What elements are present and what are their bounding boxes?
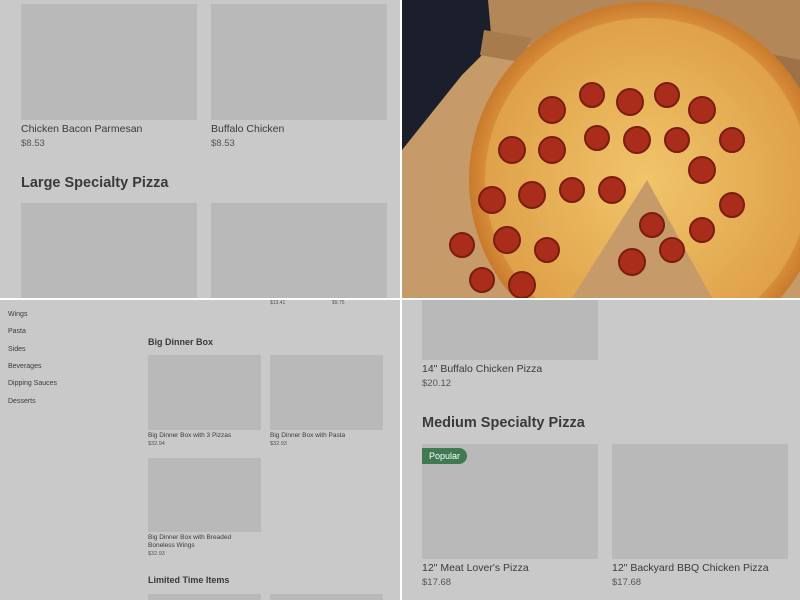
- product-price: $32.94: [148, 441, 165, 447]
- product-image-placeholder[interactable]: [148, 458, 261, 532]
- product-price: $17.68: [422, 577, 452, 588]
- sidebar-item-beverages[interactable]: Beverages: [8, 363, 41, 370]
- product-image-placeholder[interactable]: [148, 594, 261, 600]
- product-price: $8.53: [211, 138, 235, 149]
- product-name[interactable]: Chicken Bacon Parmesan: [21, 123, 142, 135]
- sidebar-item-pasta[interactable]: Pasta: [8, 328, 26, 335]
- section-heading: Medium Specialty Pizza: [422, 415, 585, 431]
- menu-panel-bottom-left: $13.41 $9.75 Wings Pasta Sides Beverages…: [0, 300, 400, 600]
- product-image-placeholder[interactable]: [148, 355, 261, 430]
- product-price: $9.75: [332, 300, 345, 306]
- section-heading: Big Dinner Box: [148, 337, 214, 347]
- sidebar-item-desserts[interactable]: Desserts: [8, 398, 36, 405]
- sidebar-item-dipping-sauces[interactable]: Dipping Sauces: [8, 380, 57, 387]
- product-price: $8.53: [21, 138, 45, 149]
- pizza-photo: [402, 0, 800, 298]
- product-name[interactable]: Big Dinner Box with Pasta: [270, 432, 380, 440]
- sidebar-item-wings[interactable]: Wings: [8, 311, 27, 318]
- product-price: $20.12: [422, 378, 452, 389]
- sidebar-item-sides[interactable]: Sides: [8, 346, 26, 353]
- product-image-placeholder[interactable]: [270, 355, 383, 430]
- product-image-placeholder[interactable]: [211, 4, 387, 120]
- product-price: $17.68: [612, 577, 642, 588]
- product-image-placeholder[interactable]: [422, 300, 598, 360]
- product-image-placeholder[interactable]: [21, 203, 197, 298]
- product-price: $32.93: [148, 551, 165, 557]
- product-image-placeholder[interactable]: [211, 203, 387, 298]
- pepperoni-pizza-image: [402, 0, 800, 298]
- product-name[interactable]: 12" Backyard BBQ Chicken Pizza: [612, 562, 769, 574]
- product-name[interactable]: Buffalo Chicken: [211, 123, 284, 135]
- product-image-placeholder[interactable]: [612, 444, 788, 559]
- popular-badge: Popular: [422, 448, 468, 464]
- product-name[interactable]: Big Dinner Box with 3 Pizzas: [148, 432, 258, 440]
- product-name[interactable]: Big Dinner Box with Breaded Boneless Win…: [148, 534, 258, 550]
- menu-panel-top-left: Chicken Bacon Parmesan $8.53 Buffalo Chi…: [0, 0, 400, 298]
- product-name[interactable]: 12" Meat Lover's Pizza: [422, 562, 529, 574]
- product-name[interactable]: 14" Buffalo Chicken Pizza: [422, 363, 542, 375]
- product-price: $13.41: [270, 300, 286, 306]
- section-heading: Limited Time Items: [148, 575, 230, 585]
- product-image-placeholder[interactable]: [21, 4, 197, 120]
- section-heading: Large Specialty Pizza: [21, 175, 169, 191]
- product-image-placeholder[interactable]: [270, 594, 383, 600]
- product-price: $32.93: [270, 441, 287, 447]
- menu-panel-bottom-right: 14" Buffalo Chicken Pizza $20.12 Medium …: [402, 300, 800, 600]
